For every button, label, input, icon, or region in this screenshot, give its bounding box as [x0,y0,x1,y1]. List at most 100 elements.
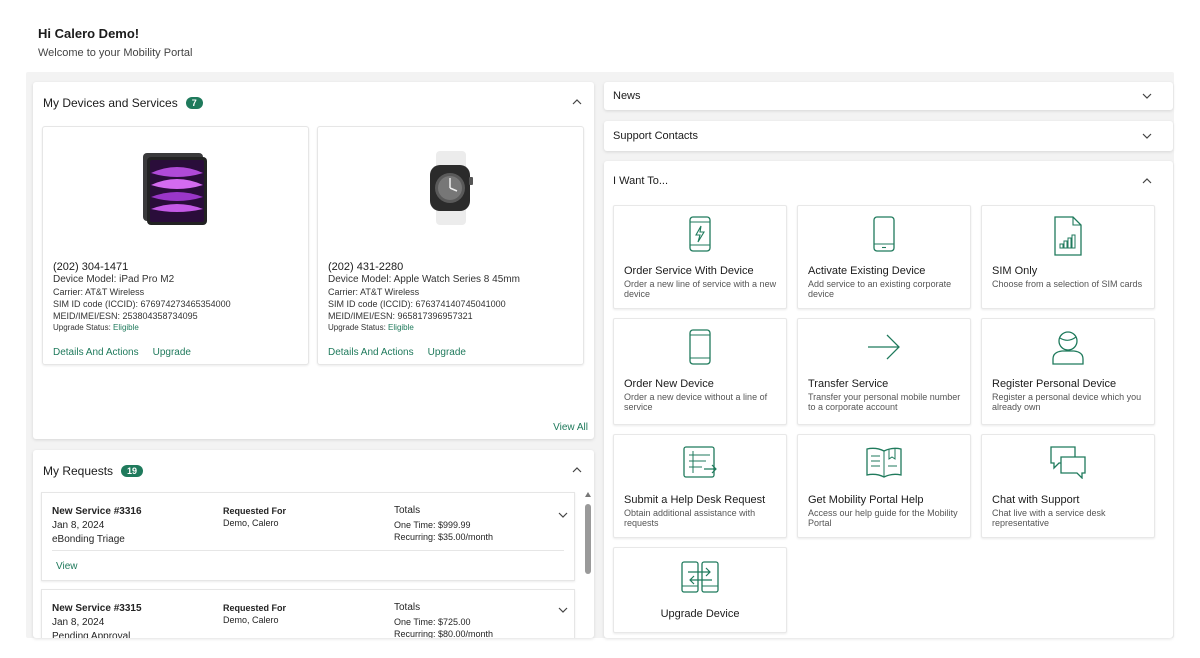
device-links: Details And Actions Upgrade [328,347,466,358]
device-sim: SIM ID code (ICCID): 676374140745041000 [328,299,506,309]
device-carrier: Carrier: AT&T Wireless [53,287,145,297]
tile-description: Chat live with a service desk representa… [992,508,1106,528]
device-image-ipad [43,151,308,225]
requested-for-label: Requested For [223,506,287,516]
tile-sim-only[interactable]: SIM Only Choose from a selection of SIM … [981,205,1155,309]
collapse-i-want-to-chevron-up-icon[interactable] [1141,175,1153,187]
tile-order-service-with-device[interactable]: Order Service With Device Order a new li… [613,205,787,309]
support-contacts-panel[interactable]: Support Contacts [604,121,1173,151]
tile-register-personal-device[interactable]: Register Personal Device Register a pers… [981,318,1155,425]
scroll-up-arrow-icon[interactable] [585,492,591,497]
ticket-icon [614,445,786,485]
request-summary: New Service #3316 Jan 8, 2024 eBonding T… [52,505,142,547]
one-time-total: One Time: $999.99 [394,520,471,530]
book-icon [798,445,970,485]
dashboard-canvas: My Devices and Services 7 (202) 304-1471 [26,72,1174,638]
device-upgrade-status: Upgrade Status: Eligible [53,322,231,334]
requested-for-value: Demo, Calero [223,615,279,625]
phone-icon [798,216,970,256]
tile-title: Order Service With Device [624,265,754,277]
i-want-to-title: I Want To... [613,175,669,187]
expand-news-chevron-down-icon[interactable] [1141,90,1153,102]
tile-activate-existing-device[interactable]: Activate Existing Device Add service to … [797,205,971,309]
one-time-total: One Time: $725.00 [394,617,471,627]
watch-icon [429,151,473,225]
upgrade-status-value: Eligible [388,323,414,332]
upgrade-link[interactable]: Upgrade [153,347,191,358]
tile-upgrade-device[interactable]: Upgrade Device [613,547,787,633]
totals-label: Totals [394,602,421,613]
tile-title: Register Personal Device [992,378,1117,390]
device-meid: MEID/IMEI/ESN: 965817396957321 [328,311,473,321]
device-carrier: Carrier: AT&T Wireless [328,287,420,297]
support-contacts-title: Support Contacts [613,130,698,142]
news-title: News [613,90,641,102]
requested-for-value: Demo, Calero [223,518,279,528]
device-sim: SIM ID code (ICCID): 676974273465354000 [53,299,231,309]
collapse-devices-chevron-up-icon[interactable] [571,96,583,108]
device-info-watch: (202) 431-2280 Device Model: Apple Watch… [328,261,520,334]
device-image-watch [318,151,583,225]
tile-title: Transfer Service [808,378,889,390]
device-meid: MEID/IMEI/ESN: 253804358734095 [53,311,198,321]
requests-panel-title: My Requests [43,464,114,478]
upgrade-status-value: Eligible [113,323,139,332]
requests-scrollbar[interactable] [585,492,591,638]
device-phone-number: (202) 304-1471 [53,261,129,273]
tile-description: Access our help guide for the Mobility P… [808,508,958,528]
device-info-ipad: (202) 304-1471 Device Model: iPad Pro M2… [53,261,231,334]
tile-description: Obtain additional assistance with reques… [624,508,756,528]
expand-request-chevron-down-icon[interactable] [557,604,569,616]
requested-for-label: Requested For [223,603,287,613]
news-panel[interactable]: News [604,82,1173,110]
request-requested-for: Requested For Demo, Calero [223,602,286,626]
tile-title: Get Mobility Portal Help [808,494,924,506]
tile-description: Register a personal device which you alr… [992,392,1142,412]
device-phone-number: (202) 431-2280 [328,261,404,273]
request-date: Jan 8, 2024 [52,617,105,628]
tile-title: Upgrade Device [660,608,740,620]
upgrade-status-label: Upgrade Status: [53,323,114,332]
person-icon [982,329,1154,369]
devices-panel-header: My Devices and Services 7 [43,96,203,110]
device-card-ipad: (202) 304-1471 Device Model: iPad Pro M2… [42,126,309,365]
devices-panel: My Devices and Services 7 (202) 304-1471 [33,82,594,439]
tile-title: Activate Existing Device [808,265,926,277]
tile-title: Submit a Help Desk Request [624,494,766,506]
tile-description: Order a new device without a line of ser… [624,392,768,412]
tile-transfer-service[interactable]: Transfer Service Transfer your personal … [797,318,971,425]
tile-chat-with-support[interactable]: Chat with Support Chat live with a servi… [981,434,1155,538]
upgrade-status-label: Upgrade Status: [328,323,389,332]
request-status: eBonding Triage [52,534,125,545]
request-title: New Service #3315 [52,603,142,614]
view-all-devices-link[interactable]: View All [553,422,588,433]
tile-get-mobility-portal-help[interactable]: Get Mobility Portal Help Access our help… [797,434,971,538]
details-and-actions-link[interactable]: Details And Actions [328,347,414,358]
expand-request-chevron-down-icon[interactable] [557,509,569,521]
tile-order-new-device[interactable]: Order New Device Order a new device with… [613,318,787,425]
request-card[interactable]: New Service #3315 Jan 8, 2024 Pending Ap… [41,589,575,638]
expand-support-chevron-down-icon[interactable] [1141,130,1153,142]
device-model: Device Model: iPad Pro M2 [53,274,175,285]
scrollbar-thumb[interactable] [585,504,591,574]
tile-submit-help-desk-request[interactable]: Submit a Help Desk Request Obtain additi… [613,434,787,538]
requests-panel: My Requests 19 New Service #3316 Jan 8, 2… [33,450,594,638]
chat-icon [982,445,1154,485]
device-model: Device Model: Apple Watch Series 8 45mm [328,274,520,285]
device-card-watch: (202) 431-2280 Device Model: Apple Watch… [317,126,584,365]
request-title: New Service #3316 [52,506,142,517]
devices-count-badge: 7 [185,97,203,109]
device-links: Details And Actions Upgrade [53,347,191,358]
tile-title: Chat with Support [992,494,1080,506]
totals-label: Totals [394,505,421,516]
recurring-total: Recurring: $35.00/month [394,532,494,542]
details-and-actions-link[interactable]: Details And Actions [53,347,139,358]
upgrade-link[interactable]: Upgrade [428,347,466,358]
request-summary: New Service #3315 Jan 8, 2024 Pending Ap… [52,602,142,638]
tile-description: Order a new line of service with a new d… [624,279,777,299]
collapse-requests-chevron-up-icon[interactable] [571,464,583,476]
view-request-link[interactable]: View [56,561,78,572]
request-card[interactable]: New Service #3316 Jan 8, 2024 eBonding T… [41,492,575,581]
request-totals: Totals One Time: $999.99 Recurring: $35.… [394,505,493,543]
greeting-title: Hi Calero Demo! [38,26,140,41]
